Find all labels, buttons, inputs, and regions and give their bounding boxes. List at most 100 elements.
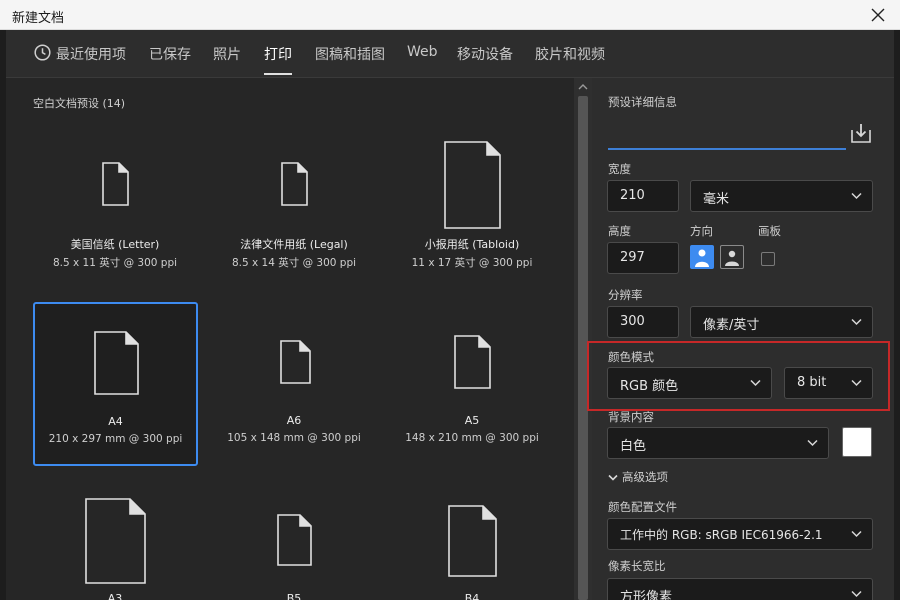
preset-name: A6 — [286, 414, 302, 427]
preset-name: 小报用纸 (Tabloid) — [424, 238, 520, 251]
tab-film-video[interactable]: 胶片和视频 — [535, 44, 605, 64]
color-mode-label: 颜色模式 — [608, 350, 654, 364]
background-color-swatch[interactable] — [842, 427, 872, 457]
background-label: 背景内容 — [608, 410, 654, 424]
preset-a5[interactable]: A5 148 x 210 mm @ 300 ppi — [390, 302, 554, 466]
document-icon — [102, 162, 129, 206]
details-header: 预设详细信息 — [608, 95, 677, 109]
tab-recent[interactable]: 最近使用项 — [56, 44, 126, 64]
document-icon — [94, 331, 139, 395]
pixel-aspect-label: 像素长宽比 — [608, 559, 666, 573]
chevron-down-icon — [608, 474, 618, 481]
pixel-aspect-select[interactable]: 方形像素 — [607, 578, 873, 600]
chevron-down-icon — [851, 318, 862, 326]
document-icon — [454, 335, 491, 389]
tab-photo[interactable]: 照片 — [213, 44, 241, 64]
chevron-down-icon — [807, 439, 818, 447]
active-tab-indicator — [264, 73, 292, 75]
resolution-unit-value: 像素/英寸 — [703, 318, 760, 333]
portrait-person-icon — [695, 249, 709, 267]
width-unit-select[interactable]: 毫米 — [690, 180, 873, 212]
presets-section-title: 空白文档预设 (14) — [33, 97, 126, 110]
save-preset-icon[interactable] — [850, 122, 872, 144]
preset-dims: 105 x 148 mm @ 300 ppi — [227, 432, 361, 444]
resolution-unit-select[interactable]: 像素/英寸 — [690, 306, 873, 338]
color-profile-select[interactable]: 工作中的 RGB: sRGB IEC61966-2.1 — [607, 518, 873, 550]
width-input[interactable]: 210 — [607, 180, 679, 212]
close-icon — [871, 8, 885, 22]
document-icon — [281, 162, 308, 206]
preset-name: B4 — [464, 592, 480, 600]
preset-dims: 148 x 210 mm @ 300 ppi — [405, 432, 539, 444]
color-mode-select[interactable]: RGB 颜色 — [607, 367, 772, 399]
height-input[interactable]: 297 — [607, 242, 679, 274]
artboard-label: 画板 — [758, 224, 781, 238]
clock-icon — [34, 44, 51, 61]
preset-dims: 8.5 x 11 英寸 @ 300 ppi — [52, 257, 178, 269]
preset-a3[interactable]: A3 — [33, 490, 197, 600]
title-bar: 新建文档 — [0, 0, 900, 30]
document-icon — [280, 340, 311, 384]
preset-legal[interactable]: 法律文件用纸 (Legal) 8.5 x 14 英寸 @ 300 ppi — [212, 138, 376, 278]
preset-name: A3 — [107, 592, 123, 600]
preset-b5[interactable]: B5 — [212, 490, 376, 600]
chevron-down-icon — [851, 192, 862, 200]
orientation-portrait-button[interactable] — [690, 245, 714, 269]
preset-b4[interactable]: B4 — [390, 490, 554, 600]
category-tabs: 最近使用项 已保存 照片 打印 图稿和插图 Web 移动设备 胶片和视频 — [6, 30, 894, 78]
background-value: 白色 — [620, 439, 647, 454]
orientation-landscape-button[interactable] — [720, 245, 744, 269]
resolution-label: 分辨率 — [608, 288, 643, 302]
orientation-label: 方向 — [690, 224, 713, 238]
width-label: 宽度 — [608, 162, 631, 176]
preset-a6[interactable]: A6 105 x 148 mm @ 300 ppi — [212, 302, 376, 466]
chevron-down-icon — [851, 379, 862, 387]
preset-tabloid[interactable]: 小报用纸 (Tabloid) 11 x 17 英寸 @ 300 ppi — [390, 138, 554, 278]
color-profile-label: 颜色配置文件 — [608, 500, 677, 514]
landscape-person-icon — [725, 250, 739, 266]
tab-mobile[interactable]: 移动设备 — [457, 44, 513, 64]
window-title: 新建文档 — [12, 11, 65, 26]
advanced-options-toggle[interactable]: 高级选项 — [608, 469, 668, 485]
bit-depth-value: 8 bit — [797, 375, 827, 390]
width-unit-value: 毫米 — [703, 192, 730, 207]
chevron-down-icon — [851, 530, 862, 538]
artboard-checkbox[interactable] — [761, 252, 775, 266]
preset-name: 美国信纸 (Letter) — [70, 238, 160, 251]
tab-saved[interactable]: 已保存 — [149, 44, 191, 64]
tab-print[interactable]: 打印 — [264, 44, 292, 64]
preset-name: A4 — [108, 415, 123, 428]
tab-art-illustration[interactable]: 图稿和插图 — [315, 44, 385, 64]
preset-letter[interactable]: 美国信纸 (Letter) 8.5 x 11 英寸 @ 300 ppi — [33, 138, 197, 278]
scrollbar-thumb[interactable] — [578, 96, 588, 600]
resolution-input[interactable]: 300 — [607, 306, 679, 338]
presets-scrollbar[interactable] — [574, 78, 592, 600]
bit-depth-select[interactable]: 8 bit — [784, 367, 873, 399]
tab-web[interactable]: Web — [407, 44, 438, 60]
document-icon — [448, 505, 497, 577]
preset-details-panel: 预设详细信息 宽度 210 毫米 高度 297 方向 画板 分辨率 300 像素… — [592, 78, 894, 600]
preset-a4[interactable]: A4 210 x 297 mm @ 300 ppi — [33, 302, 198, 466]
preset-dims: 11 x 17 英寸 @ 300 ppi — [411, 257, 533, 269]
close-button[interactable] — [866, 3, 890, 27]
preset-name: A5 — [464, 414, 480, 427]
pixel-aspect-value: 方形像素 — [620, 590, 673, 600]
preset-name: B5 — [286, 592, 302, 600]
color-profile-value: 工作中的 RGB: sRGB IEC61966-2.1 — [620, 528, 823, 542]
background-edge-right — [894, 30, 900, 600]
chevron-down-icon — [750, 379, 761, 387]
document-icon — [444, 141, 501, 229]
document-icon — [277, 514, 312, 566]
preset-dims: 210 x 297 mm @ 300 ppi — [48, 433, 183, 445]
document-name-input[interactable] — [608, 124, 846, 146]
preset-dims: 8.5 x 14 英寸 @ 300 ppi — [231, 257, 357, 269]
advanced-options-label: 高级选项 — [622, 470, 668, 484]
height-label: 高度 — [608, 224, 631, 238]
presets-panel: 空白文档预设 (14) 美国信纸 (Letter) 8.5 x 11 英寸 @ … — [6, 78, 592, 600]
document-icon — [85, 498, 146, 584]
preset-name: 法律文件用纸 (Legal) — [240, 238, 348, 251]
scroll-up-icon[interactable] — [578, 82, 588, 92]
background-select[interactable]: 白色 — [607, 427, 829, 459]
document-name-underline — [608, 148, 846, 150]
color-mode-value: RGB 颜色 — [620, 379, 679, 394]
